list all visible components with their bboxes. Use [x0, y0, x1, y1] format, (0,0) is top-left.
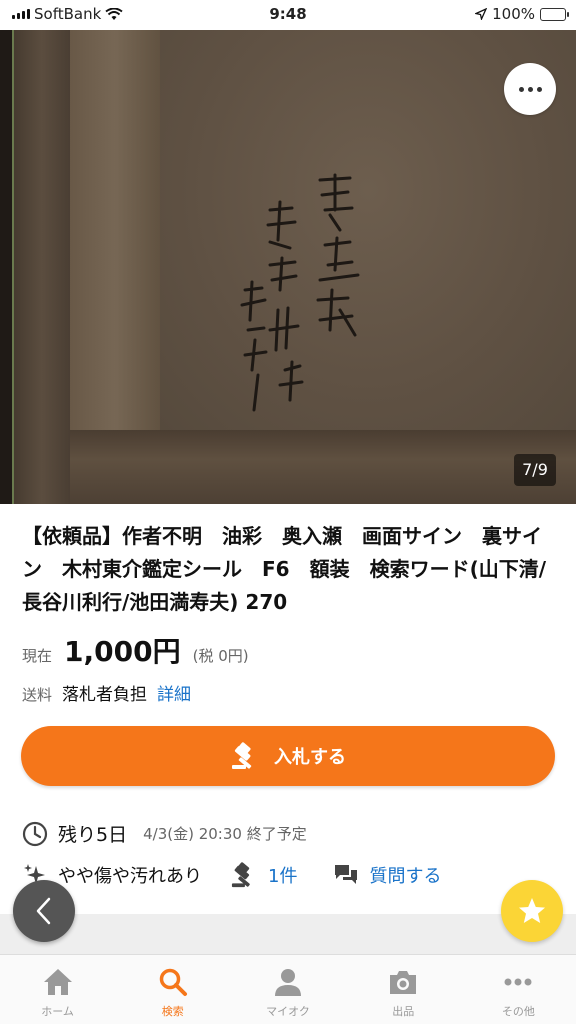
frame-edge: [0, 30, 70, 504]
section-divider: [0, 914, 576, 954]
camera-icon: [390, 971, 417, 994]
bid-button-label: 入札する: [274, 747, 346, 768]
shipping-row: 送料 落札者負担 詳細: [22, 680, 191, 705]
more-icon: [504, 978, 532, 986]
ask-question-link[interactable]: 質問する: [369, 862, 441, 888]
price-row: 現在 1,000円 (税 0円): [22, 630, 249, 670]
location-icon: [475, 8, 488, 20]
tab-label: 出品: [392, 1005, 415, 1018]
shipping-details-link[interactable]: 詳細: [157, 680, 191, 705]
battery-percent: 100%: [492, 5, 535, 23]
gavel-icon: [232, 742, 252, 769]
tab-label: その他: [501, 1005, 535, 1018]
product-image[interactable]: 7/9: [0, 30, 576, 504]
person-icon: [275, 969, 301, 996]
current-price: 1,000円: [64, 635, 181, 668]
back-button[interactable]: [13, 880, 75, 942]
status-right: 100%: [475, 5, 569, 23]
end-time: 4/3(金) 20:30 終了予定: [143, 825, 307, 843]
shipping-value: 落札者負担: [62, 685, 148, 705]
star-icon: [519, 898, 545, 923]
more-options-button[interactable]: [504, 63, 556, 115]
shipping-label: 送料: [22, 686, 53, 704]
item-title: 【依頼品】作者不明 油彩 奥入瀬 画面サイン 裏サイン 木村東介鑑定シール F6…: [22, 524, 547, 614]
item-meta-row: やや傷や汚れあり 1件 質問する: [22, 862, 441, 888]
remaining-days: 残り5日: [58, 824, 128, 846]
tab-label: 検索: [161, 1005, 184, 1018]
tab-my-auction[interactable]: マイオク: [230, 955, 345, 1024]
chevron-left-icon: [36, 897, 51, 925]
tab-label: ホーム: [41, 1005, 74, 1018]
chat-icon: [335, 865, 358, 884]
image-counter: 7/9: [514, 454, 556, 486]
status-bar: SoftBank 9:48 100%: [0, 0, 576, 30]
tab-sell[interactable]: 出品: [346, 955, 461, 1024]
tab-search[interactable]: 検索: [115, 955, 230, 1024]
signature-writing: [240, 173, 360, 412]
search-icon: [159, 968, 187, 996]
tab-bar: ホーム 検索 マイオク 出品 その他: [0, 954, 576, 1024]
clock-icon: [22, 821, 48, 846]
tab-home[interactable]: ホーム: [0, 955, 115, 1024]
tab-label: マイオク: [266, 1005, 310, 1018]
watchlist-button[interactable]: [501, 880, 563, 942]
stretcher-bar-bottom: [70, 430, 576, 504]
price-label: 現在: [22, 647, 53, 665]
item-condition: やや傷や汚れあり: [58, 866, 202, 887]
bid-button[interactable]: 入札する: [21, 726, 555, 786]
remaining-time-row: 残り5日 4/3(金) 20:30 終了予定: [22, 820, 307, 847]
home-icon: [43, 969, 72, 995]
gavel-icon: [231, 862, 250, 888]
tab-more[interactable]: その他: [461, 955, 576, 1024]
battery-icon: [540, 7, 569, 21]
tax-amount: (税 0円): [192, 647, 249, 665]
bid-count-link[interactable]: 1件: [268, 862, 297, 888]
stretcher-bar: [70, 30, 160, 430]
